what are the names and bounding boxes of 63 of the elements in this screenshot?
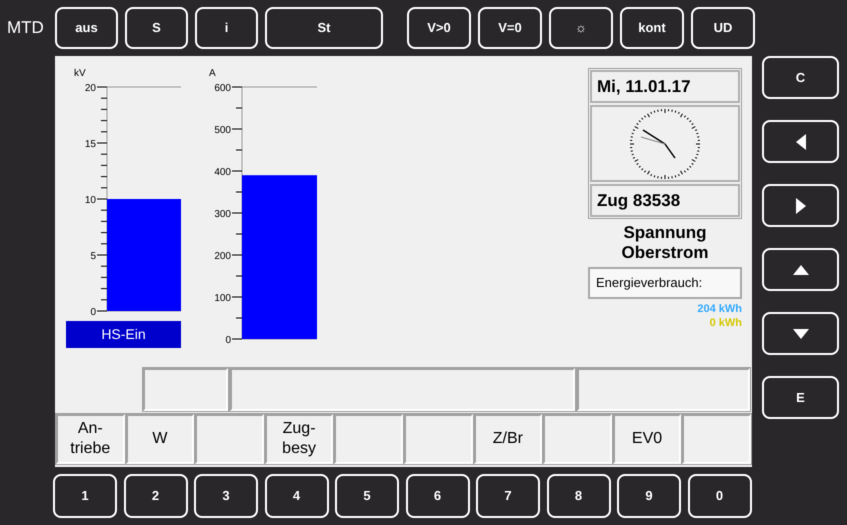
tick-label: 10 — [84, 195, 96, 206]
arrow-down-icon — [792, 328, 808, 338]
tick-label: 200 — [214, 251, 231, 262]
soft-key[interactable]: An- triebe — [56, 414, 125, 464]
train-display: Zug 83538 — [590, 184, 740, 217]
clock-icon — [629, 108, 701, 180]
status-indicator: HS-Ein — [66, 321, 181, 348]
soft-key[interactable] — [404, 414, 473, 464]
soft-key[interactable] — [195, 414, 264, 464]
tick-label: 20 — [84, 83, 96, 94]
number-key[interactable]: 4 — [264, 474, 328, 518]
tick-label: 600 — [214, 83, 231, 94]
number-key[interactable]: 5 — [335, 474, 399, 518]
tick-label: 300 — [214, 209, 231, 220]
tick-label: 0 — [90, 307, 96, 318]
tick-label: 0 — [225, 335, 231, 346]
app-title: MTD — [7, 18, 44, 37]
side-button[interactable]: E — [762, 376, 839, 419]
number-key[interactable]: 3 — [194, 474, 258, 518]
unit-label: kV — [74, 68, 86, 79]
number-key[interactable]: 7 — [476, 474, 540, 518]
toolbar-button[interactable]: aus — [55, 7, 118, 49]
toolbar-button[interactable]: i — [195, 7, 258, 49]
energy-value: 204 kWh — [697, 302, 742, 316]
energy-value: 0 kWh — [710, 316, 742, 330]
number-key[interactable]: 6 — [406, 474, 470, 518]
number-key[interactable]: 1 — [53, 474, 117, 518]
soft-key[interactable] — [334, 414, 403, 464]
tick-label: 15 — [84, 139, 96, 150]
side-button[interactable]: C — [762, 56, 839, 99]
tick-label: 400 — [214, 167, 231, 178]
tick-label: 100 — [214, 293, 231, 304]
soft-key[interactable]: EV0 — [612, 414, 682, 464]
soft-key[interactable]: Zug- besy — [264, 414, 334, 464]
arrow-button[interactable] — [762, 248, 839, 291]
toolbar-button[interactable]: V>0 — [407, 7, 471, 49]
mode-text: Oberstrom — [622, 243, 708, 263]
arrow-left-icon — [796, 134, 806, 150]
arrow-button[interactable] — [762, 120, 839, 163]
toolbar-button[interactable]: kont — [620, 7, 684, 49]
arrow-right-icon — [796, 198, 806, 214]
mode-text: Spannung — [623, 223, 707, 243]
number-key[interactable]: 0 — [688, 474, 752, 518]
energy-label: Energieverbrauch: — [588, 267, 742, 299]
tick-label: 500 — [214, 125, 231, 136]
soft-key[interactable]: W — [126, 414, 194, 464]
soft-key[interactable] — [682, 414, 751, 464]
toolbar-button[interactable]: ☼ — [549, 7, 613, 49]
arrow-button[interactable] — [762, 184, 839, 227]
number-key[interactable]: 8 — [546, 474, 610, 518]
toolbar-button[interactable]: St — [265, 7, 383, 49]
toolbar-button[interactable]: S — [125, 7, 188, 49]
arrow-up-icon — [792, 264, 808, 274]
date-display: Mi, 11.01.17 — [590, 70, 740, 103]
toolbar-button[interactable]: UD — [691, 7, 755, 49]
arrow-button[interactable] — [762, 312, 839, 355]
soft-key[interactable]: Z/Br — [474, 414, 542, 464]
toolbar-button[interactable]: V=0 — [478, 7, 542, 49]
unit-label: A — [209, 68, 216, 79]
tick-label: 5 — [90, 251, 96, 262]
number-key[interactable]: 2 — [124, 474, 188, 518]
number-key[interactable]: 9 — [617, 474, 681, 518]
soft-key[interactable] — [543, 414, 612, 464]
